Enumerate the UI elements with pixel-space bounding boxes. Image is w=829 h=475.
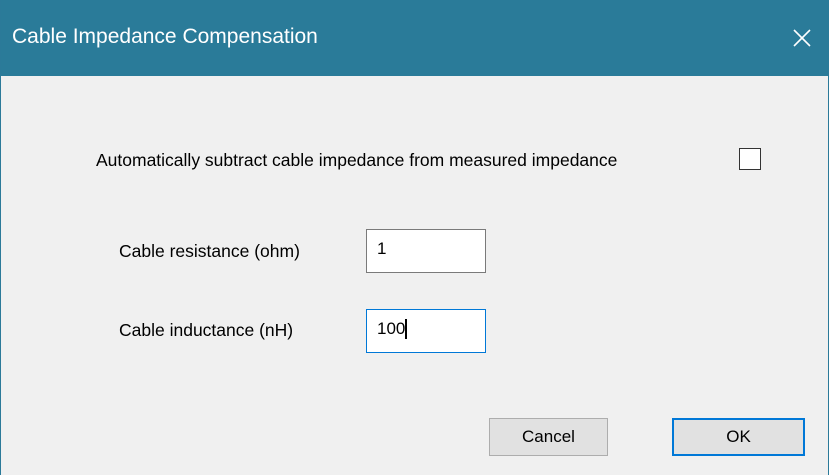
dialog-window: Cable Impedance Compensation Automatical… <box>0 0 829 475</box>
cable-inductance-label: Cable inductance (nH) <box>119 320 294 340</box>
cable-resistance-label: Cable resistance (ohm) <box>119 241 300 261</box>
title-bar[interactable]: Cable Impedance Compensation <box>1 0 828 76</box>
ok-button[interactable]: OK <box>672 418 805 456</box>
cable-inductance-value: 100 <box>377 319 406 338</box>
auto-subtract-checkbox[interactable] <box>739 148 761 170</box>
dialog-title: Cable Impedance Compensation <box>12 25 318 48</box>
text-caret <box>405 319 407 339</box>
cable-inductance-input[interactable]: 100 <box>366 309 486 353</box>
auto-subtract-label: Automatically subtract cable impedance f… <box>96 150 618 170</box>
close-icon <box>792 28 812 48</box>
cable-resistance-input[interactable]: 1 <box>366 229 486 273</box>
close-button[interactable] <box>776 0 828 76</box>
cable-resistance-value: 1 <box>377 239 387 258</box>
cancel-button[interactable]: Cancel <box>489 418 608 456</box>
